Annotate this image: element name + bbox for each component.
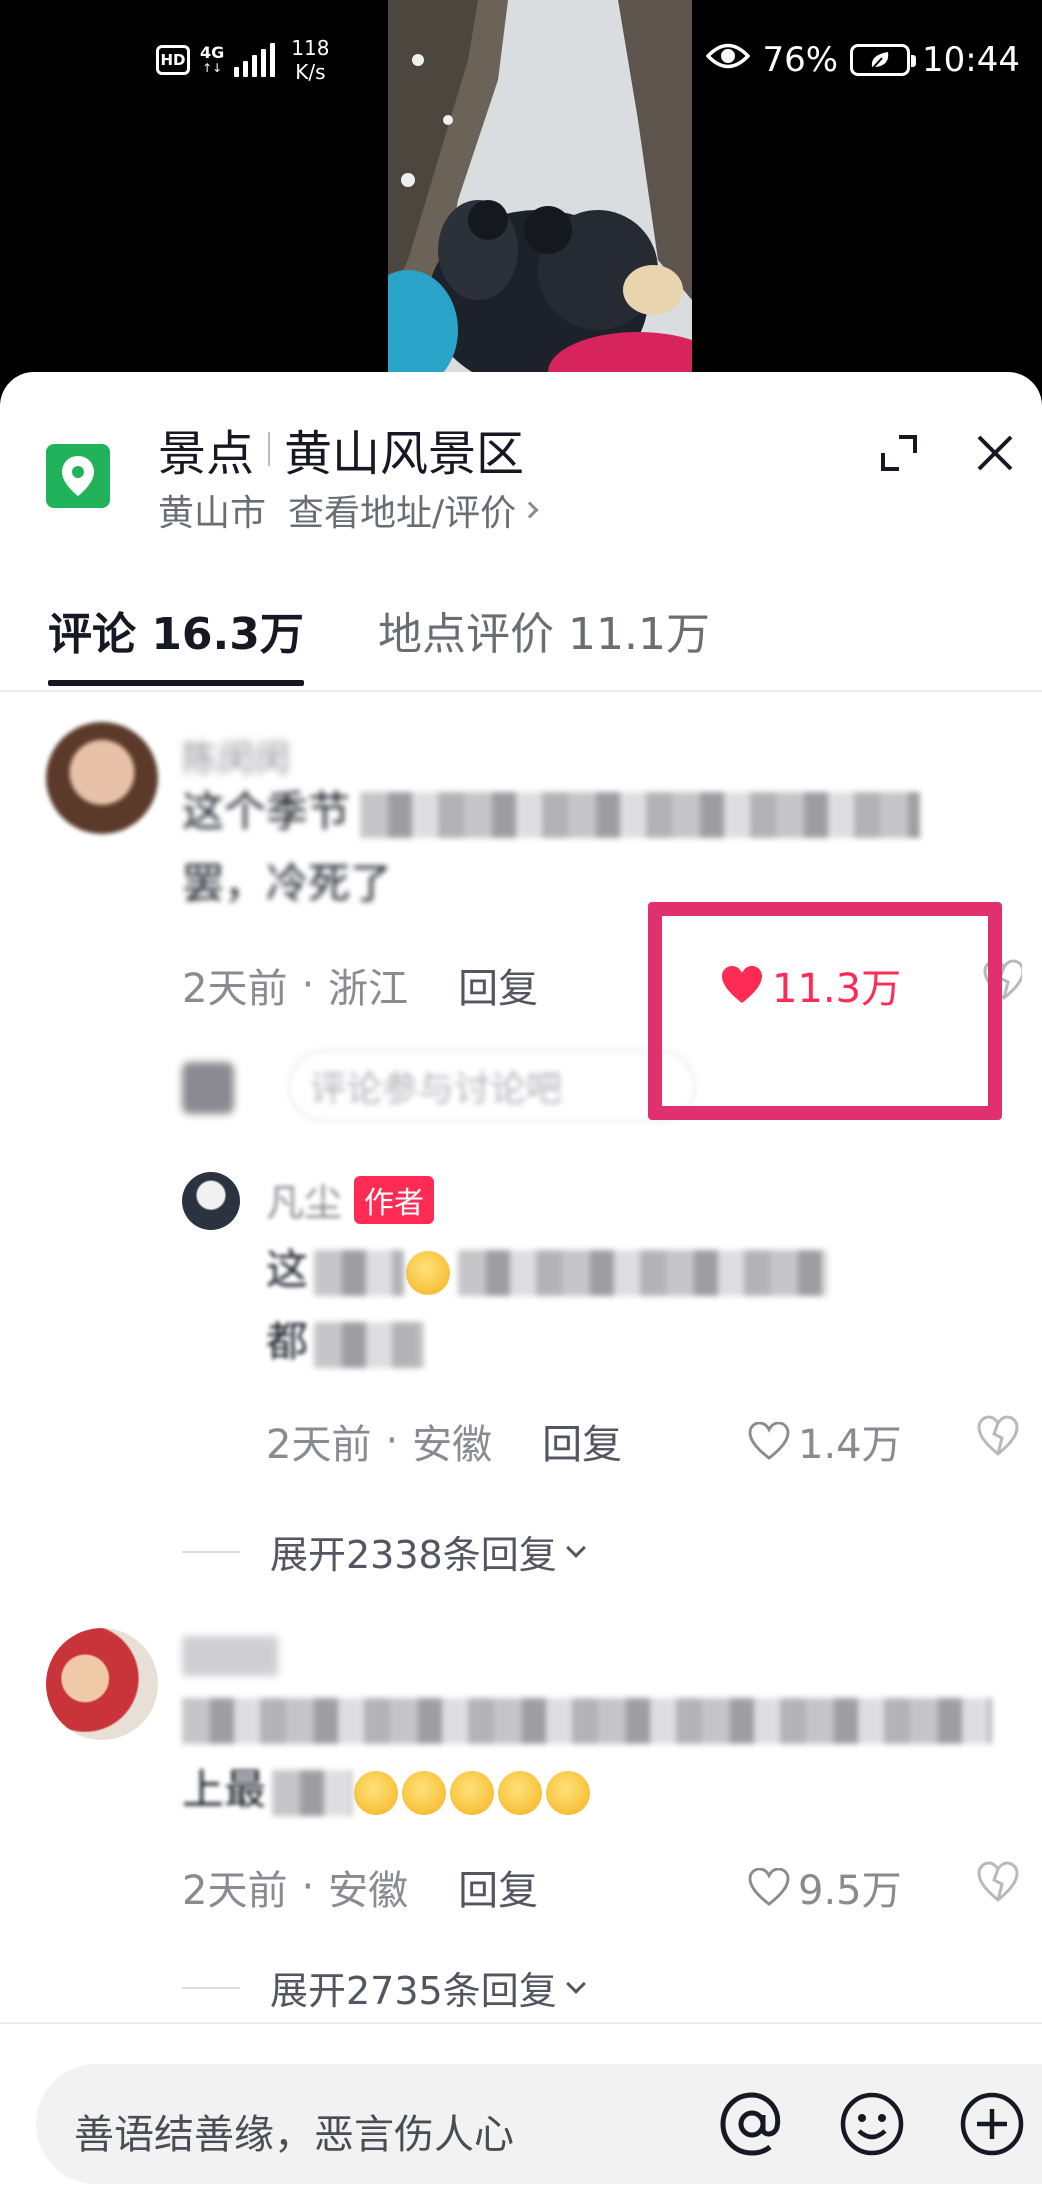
mosaic-blur (360, 791, 921, 838)
address-link-label: 查看地址/评价 (288, 493, 517, 534)
comment-time: 2天前 (182, 1868, 288, 1914)
place-title[interactable]: 景点 黄山风景区 (158, 414, 524, 484)
status-bar-left: HD 4G ↑↓ 118 K/s (156, 36, 329, 84)
crying-emoji-icon (406, 1250, 451, 1295)
expand-divider (182, 1550, 240, 1553)
eye-icon (706, 40, 751, 80)
comment-time: 2天前 (182, 966, 288, 1012)
like-count: 1.4万 (798, 1422, 902, 1468)
reply-button[interactable]: 回复 (458, 956, 538, 1014)
comment-username[interactable] (182, 1636, 278, 1676)
expand-replies-label: 展开2338条回复 (270, 1533, 557, 1577)
reply-header: 凡尘 作者 (266, 1172, 435, 1227)
emoji-icon[interactable] (836, 2088, 908, 2160)
comment-meta: 2天前 · 安徽 回复 (182, 1858, 538, 1916)
comment-username[interactable]: 陈闵闵 (182, 730, 290, 782)
tab-comments[interactable]: 评论 16.3万 (48, 598, 304, 662)
comment-text-line: 这个季节 (182, 787, 351, 836)
tab-bar: 评论 16.3万 地点评价 11.1万 (0, 568, 1042, 692)
comment-input[interactable]: 善语结善缘，恶言伤人心 (36, 2064, 1042, 2184)
reply-meta: 2天前 · 安徽 回复 (266, 1412, 622, 1470)
title-divider (268, 432, 271, 466)
video-thumbnail (388, 0, 692, 372)
reply-button[interactable]: 回复 (542, 1412, 622, 1470)
like-button[interactable]: 9.5万 (748, 1858, 902, 1916)
place-header: 景点 黄山风景区 黄山市 查看地址/评价 (0, 372, 1042, 542)
dislike-icon[interactable] (976, 1860, 1020, 1904)
heart-icon (748, 1422, 790, 1460)
comment-text-line: 这 (266, 1245, 309, 1294)
location-pin-icon (46, 444, 110, 508)
comment-text-line: 罢，冷死了 (182, 859, 393, 908)
battery-percent: 76% (762, 40, 839, 80)
laughing-emoji-icon (402, 1770, 447, 1815)
tab-place-reviews[interactable]: 地点评价 11.1万 (378, 598, 710, 662)
chevron-right-icon (521, 501, 539, 519)
laughing-emoji-icon (546, 1770, 591, 1815)
place-city: 黄山市 (158, 493, 267, 534)
like-button[interactable]: 1.4万 (748, 1412, 902, 1470)
author-badge: 作者 (354, 1175, 435, 1224)
chevron-down-icon (565, 1973, 586, 1994)
heart-icon (748, 1868, 790, 1906)
clock: 10:44 (922, 40, 1020, 80)
comment-input-bar: 善语结善缘，恶言伤人心 (0, 2022, 1042, 2192)
mosaic-blur (314, 1321, 425, 1368)
place-name: 黄山风景区 (284, 426, 525, 482)
comment-sheet: 景点 黄山风景区 黄山市 查看地址/评价 评论 16.3万 地点评价 11.1万… (0, 372, 1042, 2192)
laughing-emoji-icon (354, 1770, 399, 1815)
comment-text: 上最 (182, 1682, 1002, 1826)
hd-badge: HD (156, 45, 190, 75)
reply-avatar (182, 1062, 234, 1114)
comment-text-line: 都 (266, 1317, 309, 1366)
status-bar-right: 76% 10:44 (706, 40, 1020, 80)
battery-icon (850, 44, 917, 76)
laughing-emoji-icon (450, 1770, 495, 1815)
reply-text: 这 都 (266, 1234, 986, 1378)
mosaic-blur (182, 1697, 992, 1744)
meta-separator: · (385, 1418, 399, 1464)
like-highlight-box (648, 902, 1002, 1120)
network-type: 4G (200, 43, 225, 62)
reply-button[interactable]: 回复 (458, 1858, 538, 1916)
at-icon[interactable] (716, 2088, 788, 2160)
meta-separator: · (301, 1864, 315, 1910)
tab-active-indicator (48, 680, 304, 686)
reply-input-prompt[interactable]: 评论参与讨论吧 (288, 1050, 696, 1122)
add-icon[interactable] (956, 2088, 1028, 2160)
mosaic-blur (314, 1249, 405, 1296)
place-category: 景点 (158, 426, 255, 482)
reply-region: 安徽 (412, 1422, 493, 1468)
chevron-down-icon (565, 1537, 586, 1558)
comment-region: 浙江 (328, 966, 409, 1012)
comment-input-placeholder: 善语结善缘，恶言伤人心 (74, 2112, 514, 2158)
reply-username[interactable]: 凡尘 (266, 1172, 342, 1227)
mosaic-blur (458, 1249, 829, 1296)
comment-text-line: 上最 (182, 1765, 267, 1814)
dislike-icon[interactable] (976, 1414, 1020, 1458)
avatar[interactable] (46, 1628, 158, 1740)
comment-text: 这个季节 罢，冷死了 (182, 776, 982, 920)
laughing-emoji-icon (498, 1770, 543, 1815)
like-count: 9.5万 (798, 1868, 902, 1914)
video-player[interactable]: HD 4G ↑↓ 118 K/s 76% 10:44 (0, 0, 1042, 400)
avatar[interactable] (182, 1172, 240, 1230)
network-speed: 118 K/s (291, 36, 330, 84)
signal-icon (234, 43, 276, 77)
comment-region: 安徽 (328, 1868, 409, 1914)
expand-replies-button[interactable]: 展开2338条回复 (182, 1524, 586, 1579)
close-icon[interactable] (960, 418, 1030, 488)
mosaic-blur (272, 1769, 353, 1816)
expand-replies-label: 展开2735条回复 (270, 1969, 557, 2013)
avatar[interactable] (46, 722, 158, 834)
reply-time: 2天前 (266, 1422, 372, 1468)
comment-meta: 2天前 · 浙江 回复 (182, 956, 538, 1014)
place-address-link[interactable]: 黄山市 查看地址/评价 (158, 484, 539, 536)
expand-replies-button[interactable]: 展开2735条回复 (182, 1960, 586, 2015)
expand-divider (182, 1986, 240, 1989)
meta-separator: · (301, 962, 315, 1008)
expand-icon[interactable] (864, 418, 934, 488)
